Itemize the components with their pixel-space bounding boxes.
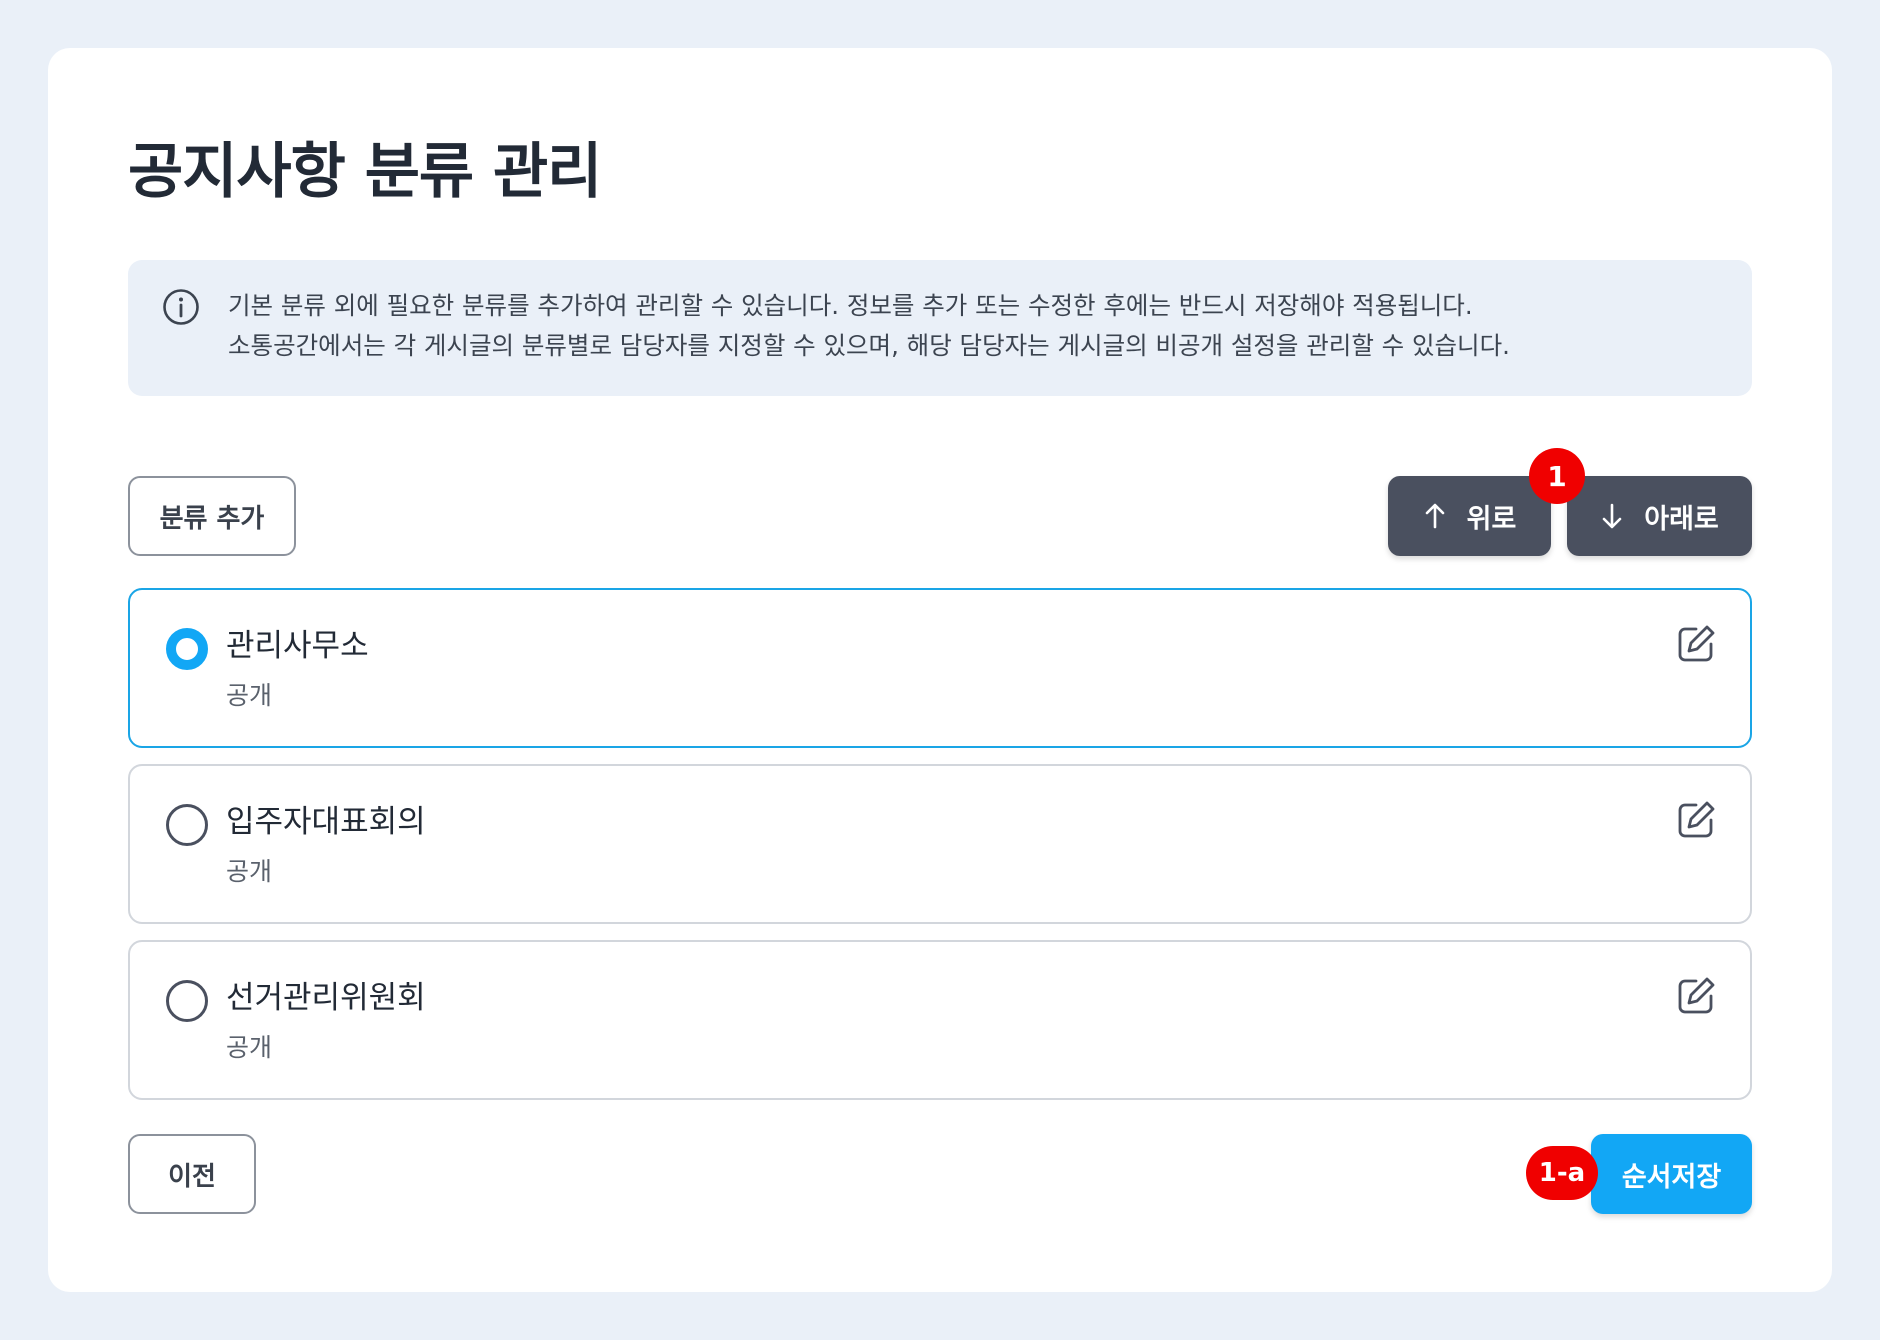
move-down-button[interactable]: 아래로 — [1567, 476, 1752, 556]
category-name: 관리사무소 — [226, 628, 369, 664]
category-status: 공개 — [226, 857, 273, 886]
arrow-down-icon — [1602, 503, 1622, 529]
annotation-badge-save: 1-a — [1526, 1146, 1598, 1200]
add-category-button[interactable]: 분류 추가 — [128, 476, 296, 556]
category-status: 공개 — [226, 1033, 273, 1062]
category-status: 공개 — [226, 681, 273, 710]
category-item[interactable]: 선거관리위원회 공개 — [128, 940, 1752, 1100]
radio-button[interactable] — [166, 804, 208, 846]
edit-icon[interactable] — [1676, 624, 1716, 664]
category-name: 입주자대표회의 — [226, 804, 426, 840]
move-down-label: 아래로 — [1644, 503, 1719, 535]
category-management-card: 공지사항 분류 관리 기본 분류 외에 필요한 분류를 추가하여 관리할 수 있… — [48, 48, 1832, 1292]
category-item[interactable]: 입주자대표회의 공개 — [128, 764, 1752, 924]
notice-text: 기본 분류 외에 필요한 분류를 추가하여 관리할 수 있습니다. 정보를 추가… — [228, 286, 1510, 366]
radio-button[interactable] — [166, 980, 208, 1022]
move-up-label: 위로 — [1466, 503, 1517, 535]
category-name: 선거관리위원회 — [226, 980, 426, 1016]
radio-button[interactable] — [166, 628, 208, 670]
notice-line-1: 기본 분류 외에 필요한 분류를 추가하여 관리할 수 있습니다. 정보를 추가… — [228, 291, 1473, 320]
notice-box: 기본 분류 외에 필요한 분류를 추가하여 관리할 수 있습니다. 정보를 추가… — [128, 260, 1752, 396]
annotation-badge-move: 1 — [1529, 448, 1585, 504]
edit-icon[interactable] — [1676, 800, 1716, 840]
edit-icon[interactable] — [1676, 976, 1716, 1016]
notice-line-2: 소통공간에서는 각 게시글의 분류별로 담당자를 지정할 수 있으며, 해당 담… — [228, 331, 1510, 360]
info-icon — [163, 289, 199, 325]
arrow-up-icon — [1425, 503, 1444, 529]
category-item[interactable]: 관리사무소 공개 — [128, 588, 1752, 748]
previous-button[interactable]: 이전 — [128, 1134, 256, 1214]
move-up-button[interactable]: 위로 — [1388, 476, 1551, 556]
page-title: 공지사항 분류 관리 — [128, 137, 602, 207]
save-order-button[interactable]: 순서저장 — [1591, 1134, 1752, 1214]
